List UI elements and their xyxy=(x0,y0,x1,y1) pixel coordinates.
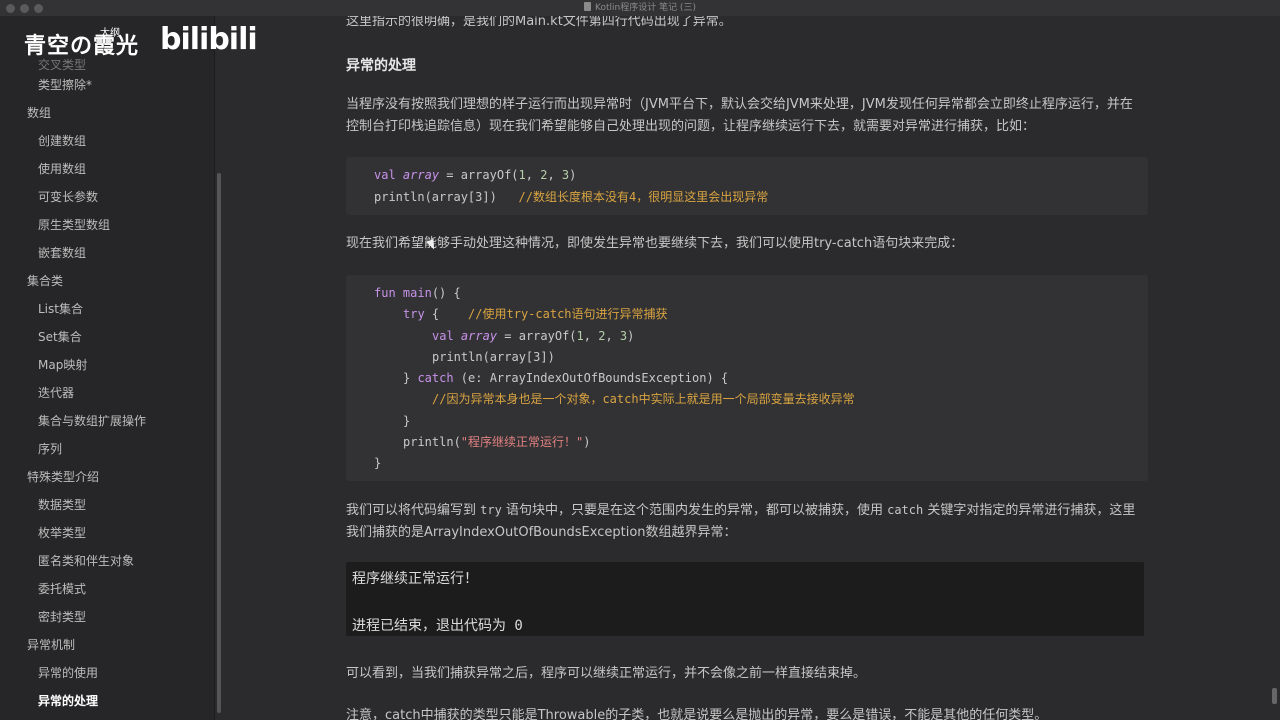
sidebar-item-set[interactable]: Set集合 xyxy=(38,327,82,347)
code-line: val array = arrayOf(1, 2, 3) xyxy=(432,329,635,343)
watermark-outline-label: 大纲 xyxy=(100,28,120,39)
sidebar-item-anonymous-companion[interactable]: 匿名类和伴生对象 xyxy=(38,551,134,571)
sidebar-item-use-array[interactable]: 使用数组 xyxy=(38,159,86,179)
sidebar-item-create-array[interactable]: 创建数组 xyxy=(38,131,86,151)
sidebar-item-collections[interactable]: 集合类 xyxy=(27,271,63,291)
sidebar-item-iterator[interactable]: 迭代器 xyxy=(38,383,74,403)
code-block-1[interactable]: val array = arrayOf(1, 2, 3) println(arr… xyxy=(346,157,1148,215)
watermark-name: 青空の霞光 xyxy=(24,34,140,59)
content-scrollbar[interactable] xyxy=(1272,688,1277,704)
code-line: } catch (e: ArrayIndexOutOfBoundsExcepti… xyxy=(403,371,729,385)
sidebar-item-sequence[interactable]: 序列 xyxy=(38,439,62,459)
sidebar-item-type-erasure[interactable]: 类型擦除* xyxy=(38,75,92,95)
document-icon xyxy=(584,2,592,11)
sidebar-item-map[interactable]: Map映射 xyxy=(38,355,87,375)
paragraph-note-partial: 注意，catch中捕获的类型只能是Throwable的子类，也就是说要么是抛出的… xyxy=(346,708,1048,720)
outline-sidebar: 交叉类型 类型擦除* 数组 创建数组 使用数组 可变长参数 原生类型数组 嵌套数… xyxy=(0,0,215,720)
sidebar-item-nested-arrays[interactable]: 嵌套数组 xyxy=(38,243,86,263)
sidebar-item-enum[interactable]: 枚举类型 xyxy=(38,523,86,543)
sidebar-item-extensions[interactable]: 集合与数组扩展操作 xyxy=(38,411,146,431)
paragraph-intro: 当程序没有按照我们理想的样子运行而出现异常时（JVM平台下，默认会交给JVM来处… xyxy=(346,97,1133,134)
editor-content[interactable]: 这里指示的很明确，是我们的Main.kt文件第四行代码出现了异常。 异常的处理 … xyxy=(222,0,1280,720)
sidebar-item-data-class[interactable]: 数据类型 xyxy=(38,495,86,515)
video-watermark: 青空の霞光 大纲 bilibili xyxy=(24,22,258,60)
sidebar-item-delegation[interactable]: 委托模式 xyxy=(38,579,86,599)
console-line: 程序继续正常运行！ xyxy=(352,571,478,587)
code-line: try { //使用try-catch语句进行异常捕获 xyxy=(403,307,668,321)
code-line: println(array[3]) xyxy=(432,350,555,364)
code-line: println("程序继续正常运行！") xyxy=(403,435,591,449)
paragraph-try-catch-intro: 现在我们希望能够手动处理这种情况，即使发生异常也要继续下去，我们可以使用try-… xyxy=(346,236,964,251)
section-heading: 异常的处理 xyxy=(346,58,416,74)
sidebar-item-varargs[interactable]: 可变长参数 xyxy=(38,187,98,207)
code-line: val array = arrayOf(1, 2, 3) xyxy=(374,168,577,182)
console-output: 程序继续正常运行！ 进程已结束，退出代码为 0 xyxy=(346,562,1144,636)
sidebar-item-exception-handling[interactable]: 异常的处理 xyxy=(38,691,98,711)
code-line: } xyxy=(403,414,411,428)
paragraph-explanation: 我们可以将代码编写到 try 语句块中，只要是在这个范围内发生的异常，都可以被捕… xyxy=(346,503,1136,540)
sidebar-item-arrays[interactable]: 数组 xyxy=(27,103,51,123)
sidebar-item-list[interactable]: List集合 xyxy=(38,299,83,319)
code-line: //因为异常本身也是一个对象，catch中实际上就是用一个局部变量去接收异常 xyxy=(432,392,855,406)
code-line: println(array[3]) //数组长度根本没有4，很明显这里会出现异常 xyxy=(374,190,769,204)
bilibili-logo: bilibili xyxy=(160,22,258,57)
code-line: } xyxy=(374,456,382,470)
sidebar-item-exception-usage[interactable]: 异常的使用 xyxy=(38,663,98,683)
sidebar-item-sealed[interactable]: 密封类型 xyxy=(38,607,86,627)
sidebar-item-exceptions[interactable]: 异常机制 xyxy=(27,635,75,655)
console-line: 进程已结束，退出代码为 0 xyxy=(352,618,523,634)
title-bar: Kotlin程序设计 笔记 (三) xyxy=(0,0,1280,16)
code-line: fun main() { xyxy=(374,286,461,300)
sidebar-scrollbar[interactable] xyxy=(217,173,221,713)
window-title: Kotlin程序设计 笔记 (三) xyxy=(595,3,696,13)
paragraph-result: 可以看到，当我们捕获异常之后，程序可以继续正常运行，并不会像之前一样直接结束掉。 xyxy=(346,666,867,681)
sidebar-item-primitive-arrays[interactable]: 原生类型数组 xyxy=(38,215,110,235)
sidebar-item-special-types[interactable]: 特殊类型介绍 xyxy=(27,467,99,487)
code-block-2[interactable]: fun main() { try { //使用try-catch语句进行异常捕获… xyxy=(346,275,1148,481)
